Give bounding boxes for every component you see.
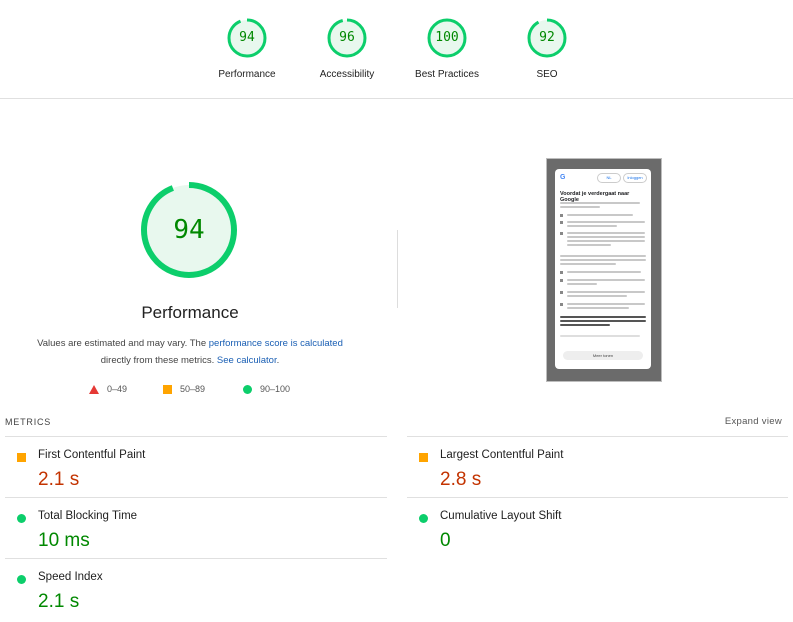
gauge-label: Accessibility xyxy=(319,69,375,80)
text-line xyxy=(567,236,645,238)
text-line xyxy=(567,240,645,242)
text-line xyxy=(560,324,610,326)
see-calculator-link[interactable]: See calculator xyxy=(217,355,277,366)
legend-pass: 90–100 xyxy=(243,384,290,394)
text-line xyxy=(567,307,629,309)
metric-first-contentful-paint: First Contentful Paint 2.1 s xyxy=(5,437,375,497)
gauge-ring: 100 xyxy=(427,18,467,58)
metric-largest-contentful-paint: Largest Contentful Paint 2.8 s xyxy=(407,437,777,497)
text-line xyxy=(567,291,645,293)
language-pill: NL xyxy=(597,173,621,183)
text-line xyxy=(567,244,611,246)
gauge-ring: 96 xyxy=(327,18,367,58)
metric-name: First Contentful Paint xyxy=(38,449,146,461)
legend-fail: 0–49 xyxy=(89,384,127,394)
metric-name: Total Blocking Time xyxy=(38,510,138,522)
text-line xyxy=(567,283,597,285)
metric-name: Speed Index xyxy=(38,571,103,583)
gauge-label: Performance xyxy=(218,69,276,80)
gauge-ring: 94 xyxy=(227,18,267,58)
consent-dialog: G NL Inloggen Voordat je verdergaat naar… xyxy=(555,169,651,369)
legend-range: 90–100 xyxy=(260,384,291,394)
gauge-ring: 92 xyxy=(527,18,567,58)
metric-cumulative-layout-shift: Cumulative Layout Shift 0 xyxy=(407,498,777,558)
divider xyxy=(397,230,398,308)
desc-text: Values are estimated and may vary. The xyxy=(37,338,209,349)
bullet-icon xyxy=(560,214,563,217)
text-line xyxy=(567,214,633,216)
performance-score-link[interactable]: performance score is calculated xyxy=(209,338,343,349)
performance-gauge: 94 xyxy=(139,180,239,280)
google-logo: G xyxy=(560,174,566,181)
bullet-icon xyxy=(560,279,563,282)
gauge-score: 94 xyxy=(239,30,255,45)
category-gauges: 94 Performance 96 Accessibility 100 Best… xyxy=(0,0,793,99)
gauge-score: 92 xyxy=(539,30,555,45)
metric-value: 0 xyxy=(440,530,451,551)
metric-value: 2.1 s xyxy=(38,591,80,612)
performance-score: 94 xyxy=(173,215,205,245)
performance-description: Values are estimated and may vary. The p… xyxy=(20,335,360,369)
average-square-icon xyxy=(17,453,26,462)
performance-title: Performance xyxy=(141,303,239,322)
text-line xyxy=(567,221,645,223)
gauge-seo[interactable]: 92 SEO xyxy=(497,18,597,80)
metric-value: 2.8 s xyxy=(440,469,482,490)
text-line xyxy=(567,232,645,234)
final-screenshot[interactable]: G NL Inloggen Voordat je verdergaat naar… xyxy=(546,158,662,382)
metric-total-blocking-time: Total Blocking Time 10 ms xyxy=(5,498,375,558)
bullet-icon xyxy=(560,303,563,306)
metrics-header: METRICS xyxy=(5,417,52,427)
more-button: Meer tonen xyxy=(563,351,643,360)
text-line xyxy=(567,271,641,273)
text-line xyxy=(567,279,645,281)
text-line xyxy=(560,316,646,318)
gauge-best-practices[interactable]: 100 Best Practices xyxy=(397,18,497,80)
circle-icon xyxy=(243,384,252,394)
text-line xyxy=(560,202,640,204)
pass-circle-icon xyxy=(419,514,428,523)
metric-name: Largest Contentful Paint xyxy=(440,449,564,461)
legend-average: 50–89 xyxy=(163,384,205,394)
desc-text: . xyxy=(276,355,280,366)
expand-view-toggle[interactable]: Expand view xyxy=(725,416,782,427)
text-line xyxy=(560,320,646,322)
text-line xyxy=(560,259,646,261)
metric-value: 10 ms xyxy=(38,530,90,551)
bullet-icon xyxy=(560,271,563,274)
legend-range: 50–89 xyxy=(180,384,206,394)
gauge-score: 96 xyxy=(339,30,355,45)
metric-speed-index: Speed Index 2.1 s xyxy=(5,559,375,619)
bullet-icon xyxy=(560,291,563,294)
gauge-accessibility[interactable]: 96 Accessibility xyxy=(297,18,397,80)
metric-name: Cumulative Layout Shift xyxy=(440,510,562,522)
text-line xyxy=(560,255,646,257)
text-line xyxy=(567,295,627,297)
average-square-icon xyxy=(419,453,428,462)
text-line xyxy=(567,303,645,305)
square-icon xyxy=(163,384,172,394)
pass-circle-icon xyxy=(17,575,26,584)
gauge-label: SEO xyxy=(536,69,558,80)
text-line xyxy=(560,335,640,337)
desc-text: directly from these metrics. xyxy=(100,355,217,366)
gauge-performance[interactable]: 94 Performance xyxy=(197,18,297,80)
text-line xyxy=(560,263,616,265)
text-line xyxy=(560,206,600,208)
signin-pill: Inloggen xyxy=(623,173,647,183)
metric-value: 2.1 s xyxy=(38,469,80,490)
legend-range: 0–49 xyxy=(107,384,128,394)
bullet-icon xyxy=(560,221,563,224)
gauge-label: Best Practices xyxy=(415,69,479,80)
bullet-icon xyxy=(560,232,563,235)
text-line xyxy=(567,225,617,227)
pass-circle-icon xyxy=(17,514,26,523)
triangle-icon xyxy=(89,384,99,394)
gauge-score: 100 xyxy=(435,30,459,45)
